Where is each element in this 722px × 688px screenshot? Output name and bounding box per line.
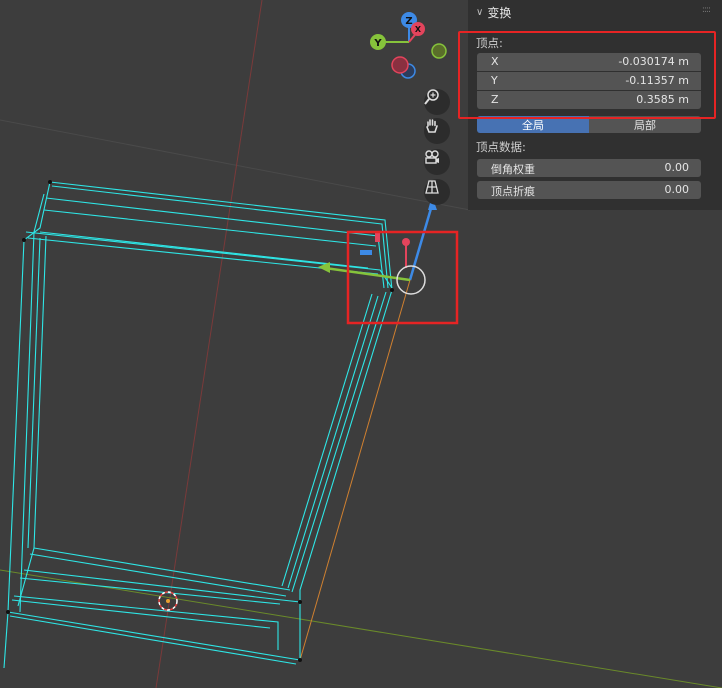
camera-view-button[interactable]	[424, 149, 450, 175]
gizmo-y-label: Y	[373, 38, 382, 49]
zoom-icon	[424, 89, 439, 105]
vertex-crease-label: 顶点折痕	[491, 185, 535, 198]
mesh-vertices	[6, 180, 394, 662]
mesh-wireframe	[3, 181, 393, 669]
normal-line	[299, 279, 411, 661]
highlight-box-coordinates	[458, 31, 716, 119]
gizmo-neg-x-ball	[391, 56, 409, 74]
perspective-grid-icon	[425, 180, 439, 194]
gizmo-z-label: Z	[405, 16, 412, 27]
gizmo-x-label: X	[415, 25, 422, 34]
hand-pan-icon	[426, 119, 438, 133]
transform-panel-title: 变换	[487, 5, 512, 20]
highlight-box-gizmo	[346, 230, 459, 325]
x-axis-line	[155, 0, 263, 688]
pan-button[interactable]	[424, 118, 450, 144]
bevel-weight-field[interactable]: 倒角权重 0.00	[477, 159, 701, 177]
grid-line	[0, 119, 471, 211]
vertex-crease-field[interactable]: 顶点折痕 0.00	[477, 181, 701, 199]
orientation-gizmo: Z Y X	[370, 12, 447, 79]
perspective-toggle-button[interactable]	[424, 179, 450, 205]
transform-panel-header[interactable]: ∨ 变换 ::::	[468, 0, 722, 24]
zoom-button[interactable]	[424, 89, 450, 115]
chevron-down-icon: ∨	[476, 6, 484, 18]
gizmo-neg-y-ball	[431, 43, 447, 59]
vertex-crease-value: 0.00	[664, 183, 690, 196]
camera-icon	[425, 150, 439, 164]
bevel-weight-value: 0.00	[664, 161, 690, 174]
move-gizmo	[318, 196, 437, 295]
drag-grip-icon[interactable]: ::::	[702, 5, 711, 15]
bevel-weight-label: 倒角权重	[491, 163, 535, 176]
vertex-data-label: 顶点数据:	[476, 140, 526, 154]
